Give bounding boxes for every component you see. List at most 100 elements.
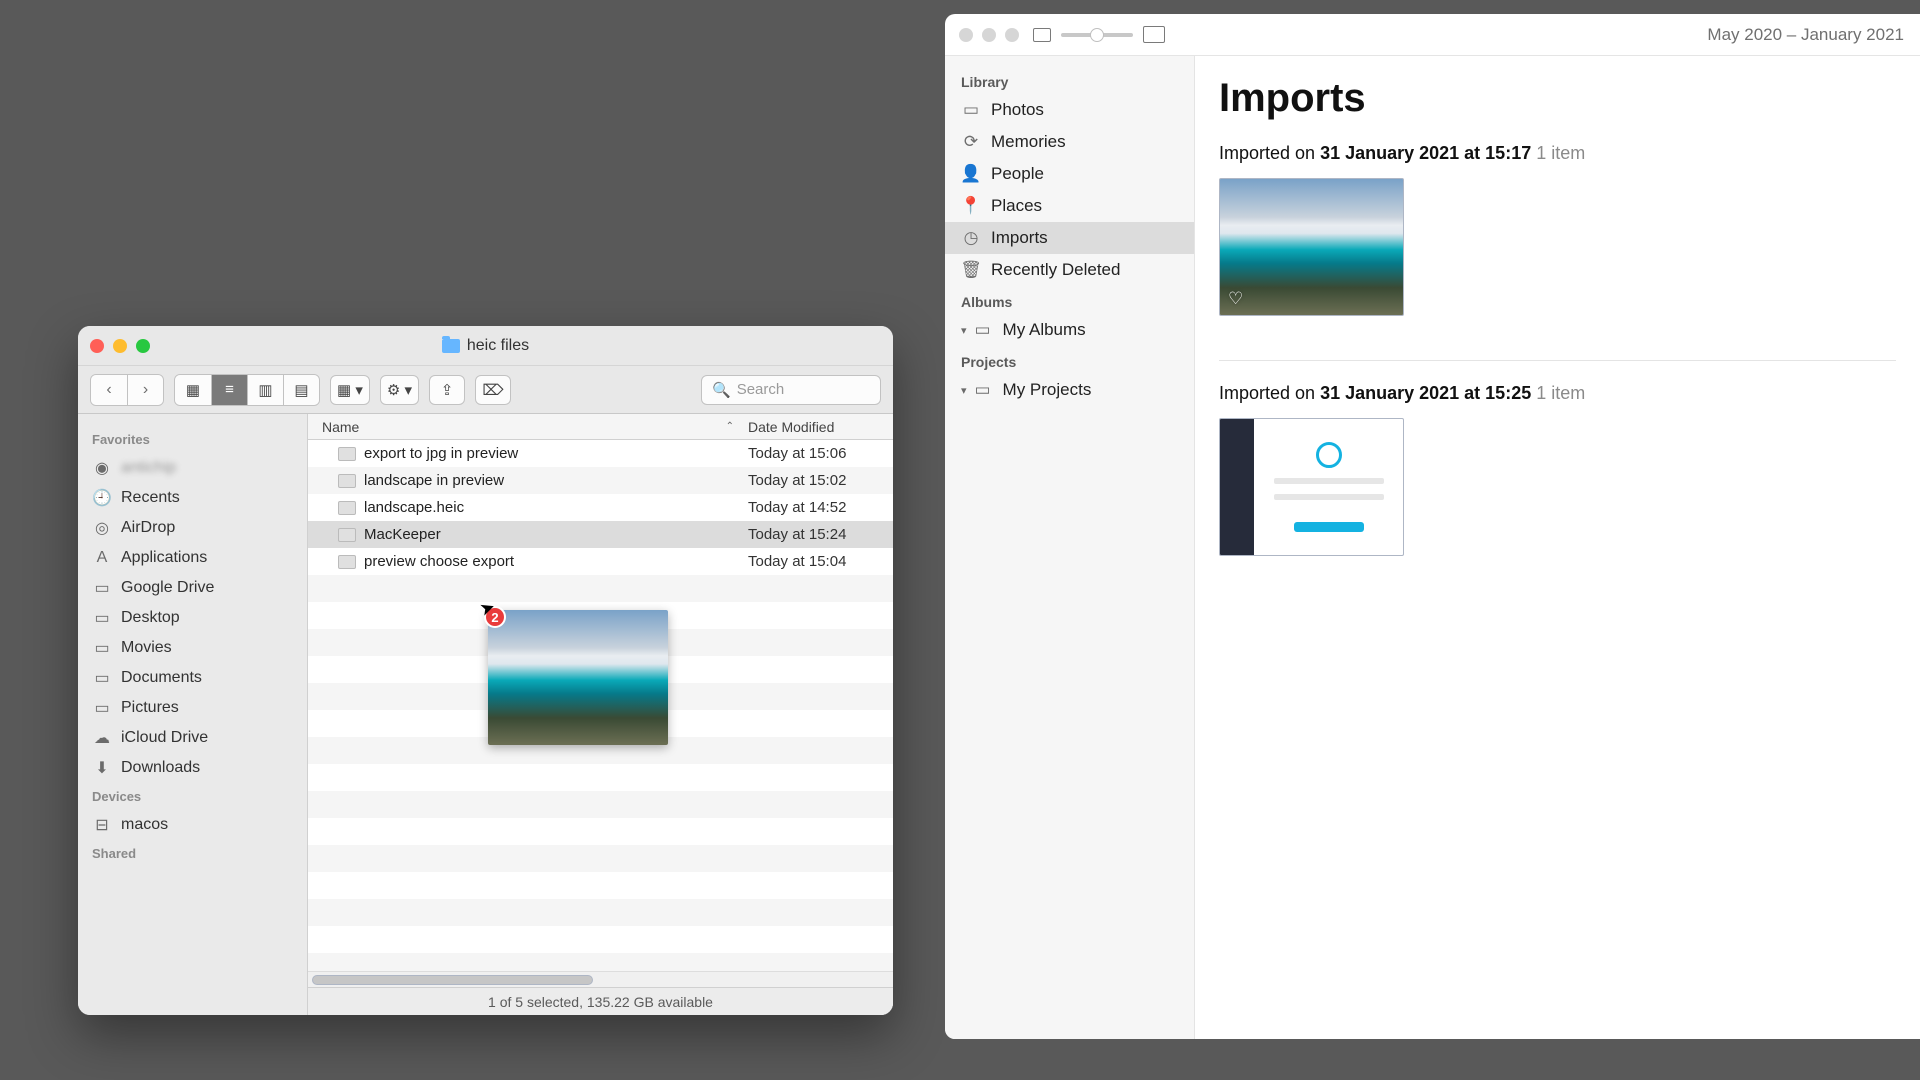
photos-body: Library ▭Photos⟳Memories👤People📍Places◷I… <box>945 56 1920 1039</box>
sidebar-item-pictures[interactable]: ▭Pictures <box>78 693 307 723</box>
sidebar-item-label: iCloud Drive <box>121 729 208 747</box>
sidebar-item-photos[interactable]: ▭Photos <box>945 94 1194 126</box>
scrollbar-thumb[interactable] <box>312 975 593 985</box>
sidebar-item-people[interactable]: 👤People <box>945 158 1194 190</box>
sidebar-item-documents[interactable]: ▭Documents <box>78 663 307 693</box>
window-title: heic files <box>442 337 529 355</box>
file-icon <box>338 528 356 542</box>
import-date: 31 January 2021 at 15:25 <box>1320 383 1531 403</box>
sidebar-item-icloud-drive[interactable]: ☁iCloud Drive <box>78 723 307 753</box>
airdrop-icon: ◎ <box>92 518 112 538</box>
sidebar-item-label: Recents <box>121 489 180 507</box>
sidebar-item-label: Movies <box>121 639 172 657</box>
album-icon: ▭ <box>973 321 993 339</box>
action-button[interactable]: ⚙ ▾ <box>380 375 419 405</box>
tags-button[interactable]: ⌦ <box>475 375 511 405</box>
project-icon: ▭ <box>973 381 993 399</box>
zoom-small-icon[interactable] <box>1033 28 1051 42</box>
downloads-icon: ⬇ <box>92 758 112 778</box>
view-mode-group: ▦ ≡ ▥ ▤ <box>174 374 320 406</box>
devices-title: Devices <box>78 783 307 810</box>
group-by-button[interactable]: ▦ ▾ <box>330 375 370 405</box>
minimize-button[interactable] <box>982 28 996 42</box>
columns-header[interactable]: Name ⌃ Date Modified <box>308 414 893 440</box>
file-row[interactable]: landscape.heicToday at 14:52 <box>308 494 893 521</box>
file-row[interactable]: MacKeeperToday at 15:24 <box>308 521 893 548</box>
sidebar-item-google-drive[interactable]: ▭Google Drive <box>78 573 307 603</box>
zoom-large-icon[interactable] <box>1143 26 1165 43</box>
disk-icon: ⊟ <box>92 815 112 835</box>
sidebar-item-label: Places <box>991 196 1042 216</box>
share-button[interactable]: ⇪ <box>429 375 465 405</box>
column-view-button[interactable]: ▥ <box>247 375 283 405</box>
my-projects-label: My Projects <box>1003 380 1092 400</box>
sidebar-item-macos[interactable]: ⊟macos <box>78 810 307 840</box>
file-name: export to jpg in preview <box>364 445 518 462</box>
sidebar-item-applications[interactable]: A Applications <box>78 543 307 573</box>
import-prefix: Imported on <box>1219 383 1320 403</box>
import-date: 31 January 2021 at 15:17 <box>1320 143 1531 163</box>
movies-icon: ▭ <box>92 638 112 658</box>
minimize-button[interactable] <box>113 339 127 353</box>
window-title-text: heic files <box>467 337 529 355</box>
status-bar: 1 of 5 selected, 135.22 GB available <box>308 987 893 1015</box>
search-box[interactable]: 🔍 Search <box>701 375 881 405</box>
memories-icon: ⟳ <box>961 133 981 151</box>
gallery-view-button[interactable]: ▤ <box>283 375 319 405</box>
people-icon: 👤 <box>961 165 981 183</box>
favorites-title: Favorites <box>78 426 307 453</box>
sidebar-item-label: Imports <box>991 228 1048 248</box>
sidebar-item-label: Applications <box>121 549 207 567</box>
zoom-knob[interactable] <box>1090 28 1104 42</box>
finder-titlebar[interactable]: heic files <box>78 326 893 366</box>
favorite-icon[interactable]: ♡ <box>1228 289 1243 309</box>
file-row[interactable]: landscape in previewToday at 15:02 <box>308 467 893 494</box>
search-placeholder: Search <box>737 381 785 398</box>
photos-titlebar[interactable]: May 2020 – January 2021 <box>945 14 1920 56</box>
list-view-button[interactable]: ≡ <box>211 375 247 405</box>
app-sidebar-preview <box>1220 419 1254 555</box>
icon-view-button[interactable]: ▦ <box>175 375 211 405</box>
close-button[interactable] <box>90 339 104 353</box>
sidebar-item-memories[interactable]: ⟳Memories <box>945 126 1194 158</box>
applications-icon: A <box>92 548 112 568</box>
sort-caret-icon: ⌃ <box>726 421 734 432</box>
sidebar-item-airdrop[interactable]: ◎ AirDrop <box>78 513 307 543</box>
import-thumbnail[interactable]: ♡ <box>1219 178 1404 316</box>
column-name[interactable]: Name ⌃ <box>308 419 748 435</box>
sidebar-item-antichip[interactable]: ◉antichip <box>78 453 307 483</box>
sidebar-item-imports[interactable]: ◷Imports <box>945 222 1194 254</box>
maximize-button[interactable] <box>136 339 150 353</box>
file-row[interactable]: export to jpg in previewToday at 15:06 <box>308 440 893 467</box>
sidebar-item-recently-deleted[interactable]: 🗑Recently Deleted <box>945 254 1194 286</box>
folder-icon <box>442 339 460 353</box>
trash-icon: 🗑 <box>961 261 981 279</box>
my-projects-item[interactable]: ▭ My Projects <box>945 374 1194 406</box>
close-button[interactable] <box>959 28 973 42</box>
back-button[interactable]: ‹ <box>91 375 127 405</box>
sidebar-item-places[interactable]: 📍Places <box>945 190 1194 222</box>
file-list[interactable]: export to jpg in previewToday at 15:06la… <box>308 440 893 971</box>
sidebar-item-movies[interactable]: ▭ Movies <box>78 633 307 663</box>
import-prefix: Imported on <box>1219 143 1320 163</box>
horizontal-scrollbar[interactable] <box>308 971 893 987</box>
my-albums-item[interactable]: ▭ My Albums <box>945 314 1194 346</box>
file-date: Today at 15:24 <box>748 526 893 543</box>
file-pane: Name ⌃ Date Modified export to jpg in pr… <box>308 414 893 1015</box>
column-date[interactable]: Date Modified <box>748 419 893 435</box>
forward-button[interactable]: › <box>127 375 163 405</box>
file-row[interactable]: preview choose exportToday at 15:04 <box>308 548 893 575</box>
pictures-icon: ▭ <box>92 698 112 718</box>
maximize-button[interactable] <box>1005 28 1019 42</box>
sidebar-item-recents[interactable]: 🕘Recents <box>78 483 307 513</box>
sidebar-item-desktop[interactable]: ▭Desktop <box>78 603 307 633</box>
import-thumbnail[interactable] <box>1219 418 1404 556</box>
sidebar-item-label: Desktop <box>121 609 180 627</box>
search-icon: 🔍 <box>712 381 731 399</box>
empty-stripes <box>308 575 893 971</box>
sidebar-item-downloads[interactable]: ⬇Downloads <box>78 753 307 783</box>
sidebar-item-label: AirDrop <box>121 519 175 537</box>
zoom-slider[interactable] <box>1061 33 1133 37</box>
import-count: 1 item <box>1536 143 1585 163</box>
import-count: 1 item <box>1536 383 1585 403</box>
